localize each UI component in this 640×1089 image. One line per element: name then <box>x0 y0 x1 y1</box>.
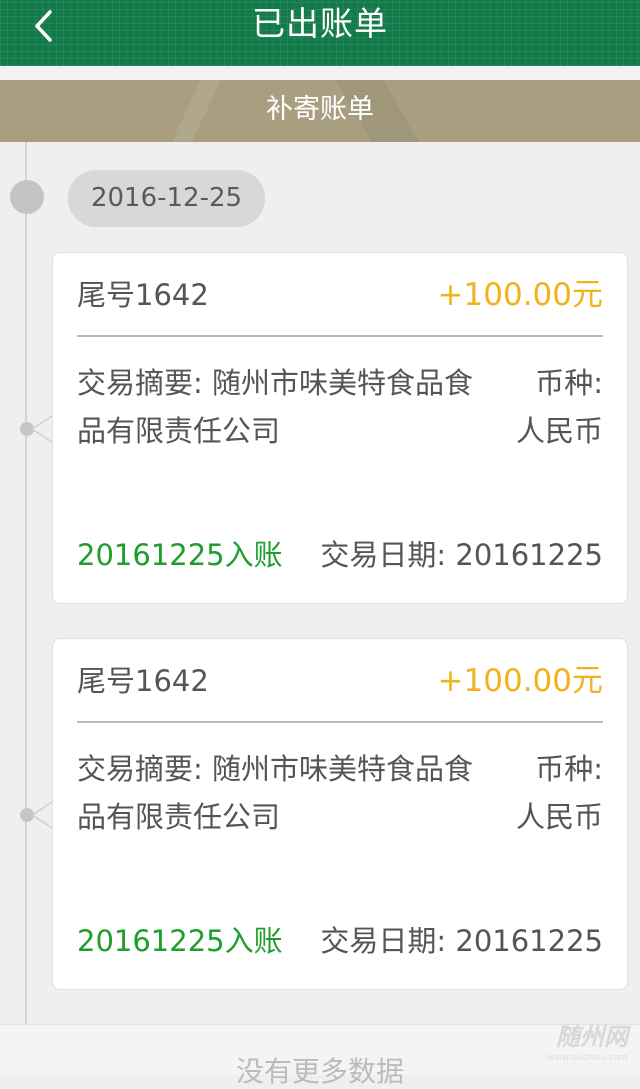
transaction-card[interactable]: 尾号1642 +100.00元 交易摘要: 随州市味美特食品食品有限责任公司 币… <box>52 638 628 990</box>
transaction-amount: +100.00元 <box>437 663 603 699</box>
transaction-summary: 交易摘要: 随州市味美特食品食品有限责任公司 <box>77 752 473 834</box>
transaction-summary: 交易摘要: 随州市味美特食品食品有限责任公司 <box>77 366 473 448</box>
transaction-amount: +100.00元 <box>437 277 603 313</box>
transaction-date: 交易日期: 20161225 <box>320 538 603 572</box>
transaction-date: 交易日期: 20161225 <box>320 924 603 958</box>
page-title: 已出账单 <box>252 4 388 43</box>
card-tail-number: 尾号1642 <box>77 278 209 312</box>
timeline-connector <box>30 801 53 829</box>
transaction-currency: 币种: 人民币 <box>515 366 603 448</box>
transaction-currency: 币种: 人民币 <box>515 752 603 834</box>
timeline-date-dot <box>10 180 44 214</box>
top-navigation-bar: 已出账单 <box>0 0 640 66</box>
timeline-line <box>25 142 27 1024</box>
timeline-date-badge: 2016-12-25 <box>68 170 265 227</box>
reissue-bill-tab[interactable]: 补寄账单 <box>0 80 640 142</box>
card-divider <box>77 335 603 337</box>
header-divider <box>0 66 640 80</box>
watermark-url: www.suizhou.com <box>547 1053 628 1063</box>
watermark-logo: 随州网 www.suizhou.com <box>506 1020 634 1074</box>
posting-date: 20161225入账 <box>77 924 283 958</box>
posting-date: 20161225入账 <box>77 538 283 572</box>
transaction-card[interactable]: 尾号1642 +100.00元 交易摘要: 随州市味美特食品食品有限责任公司 币… <box>52 252 628 604</box>
reissue-bill-label: 补寄账单 <box>266 94 374 125</box>
timeline-connector <box>30 415 53 443</box>
card-tail-number: 尾号1642 <box>77 664 209 698</box>
watermark-text: 随州网 <box>556 1023 628 1051</box>
card-divider <box>77 721 603 723</box>
